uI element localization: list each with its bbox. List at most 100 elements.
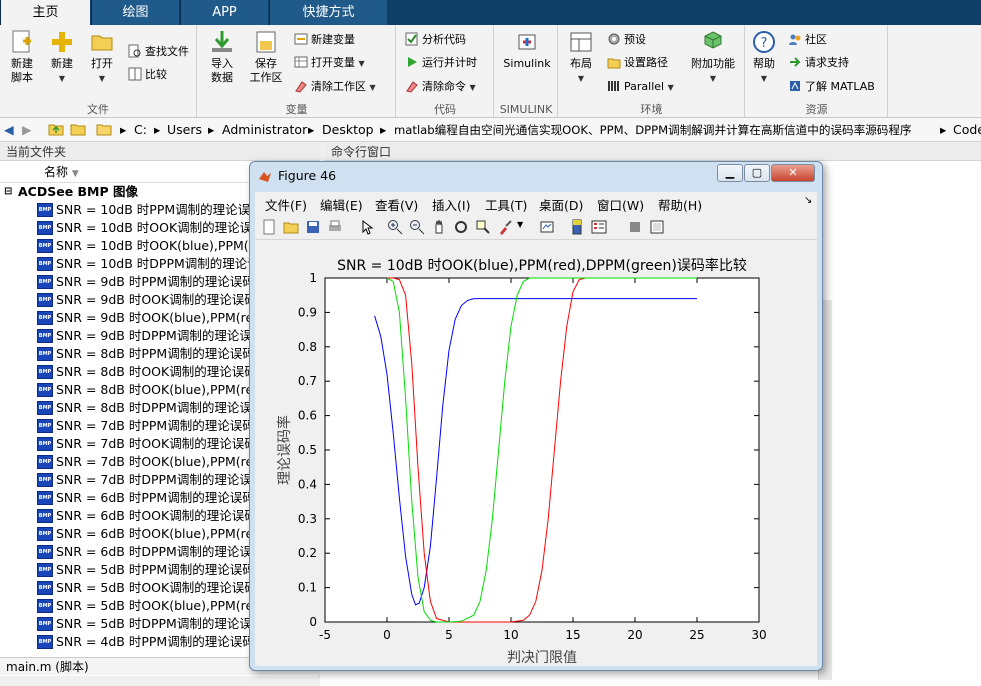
breadcrumb-c[interactable]: C: — [134, 118, 147, 142]
new-script-label: 新建 脚本 — [11, 57, 33, 84]
new-variable-button[interactable]: 新建变量 — [294, 30, 355, 50]
open-file-icon[interactable] — [283, 219, 299, 235]
analyze-icon — [405, 32, 418, 46]
new-button[interactable]: 新建 ▼ — [44, 29, 80, 86]
find-files-icon — [128, 44, 141, 58]
open-button[interactable]: 打开 ▼ — [84, 29, 120, 86]
chevron-down-icon[interactable]: ▼ — [517, 220, 523, 229]
save-icon[interactable] — [305, 219, 321, 235]
zoom-in-icon[interactable] — [387, 219, 403, 235]
clear-commands-button[interactable]: 清除命令 ▼ — [405, 77, 476, 97]
pointer-icon[interactable] — [359, 219, 375, 235]
minimize-icon: ▁ — [725, 166, 735, 179]
file-name: SNR = 8dB 时DPPM调制的理论误码 — [56, 400, 265, 415]
breadcrumb-project-folder[interactable]: matlab编程自由空间光通信实现OOK、PPM、DPPM调制解调并计算在高斯信… — [394, 118, 912, 142]
menu-help[interactable]: 帮助(H) — [658, 195, 702, 214]
import-data-label: 导入 数据 — [211, 57, 233, 84]
menu-insert[interactable]: 插入(I) — [432, 195, 470, 214]
y-tick-label: 0.9 — [298, 305, 317, 319]
file-group-label: ACDSee BMP 图像 — [18, 184, 139, 199]
brush-icon[interactable] — [497, 219, 513, 235]
dock-arrow-icon[interactable]: ↘ — [804, 195, 812, 206]
parallel-label: Parallel — [624, 80, 665, 93]
save-workspace-button[interactable]: 保存 工作区 — [246, 29, 286, 85]
menu-file[interactable]: 文件(F) — [265, 195, 307, 214]
breadcrumb-administrator[interactable]: Administrator — [222, 118, 307, 142]
x-tick-label: 30 — [751, 628, 766, 642]
back-arrow-icon[interactable]: ◀ — [4, 118, 14, 142]
set-path-button[interactable]: 设置路径 — [607, 53, 668, 73]
new-script-button[interactable]: 新建 脚本 — [4, 29, 40, 85]
breadcrumb-users[interactable]: Users — [167, 118, 202, 142]
breadcrumb-code[interactable]: Code — [953, 118, 981, 142]
request-support-button[interactable]: 请求支持 — [788, 53, 849, 73]
menu-view[interactable]: 查看(V) — [375, 195, 418, 214]
compare-button[interactable]: 比较 — [128, 65, 167, 85]
analyze-code-button[interactable]: 分析代码 — [405, 30, 466, 50]
open-variable-button[interactable]: 打开变量 ▼ — [294, 53, 365, 73]
root-folder-icon[interactable] — [96, 118, 112, 142]
environment-group-name: 环境 — [640, 103, 663, 116]
hide-tools-icon[interactable] — [627, 219, 643, 235]
open-variable-icon — [294, 56, 308, 68]
clear-workspace-button[interactable]: 清除工作区 ▼ — [294, 77, 376, 97]
collapse-icon[interactable]: ⊟ — [4, 183, 12, 201]
x-tick-label: 10 — [503, 628, 518, 642]
new-figure-icon[interactable] — [261, 219, 277, 235]
file-name: SNR = 6dB 时OOK调制的理论误码 — [56, 508, 257, 523]
bmp-file-icon: BMP — [37, 275, 53, 289]
forward-arrow-icon[interactable]: ▶ — [22, 118, 32, 142]
tab-apps[interactable]: APP — [180, 0, 268, 25]
legend-icon[interactable] — [591, 219, 607, 235]
rotate-icon[interactable] — [453, 219, 469, 235]
y-tick-label: 0.6 — [298, 409, 317, 423]
variable-group: 导入 数据 保存 工作区 新建变量 打开变量 ▼ 清除工作区 ▼ 变量 — [198, 25, 396, 117]
breadcrumb-desktop[interactable]: Desktop — [322, 118, 374, 142]
find-files-button[interactable]: 查找文件 — [128, 42, 189, 62]
addons-button[interactable]: 附加功能 ▼ — [685, 29, 741, 86]
tab-shortcuts[interactable]: 快捷方式 — [269, 0, 387, 25]
menu-edit[interactable]: 编辑(E) — [320, 195, 363, 214]
clear-workspace-label: 清除工作区 — [311, 80, 366, 93]
data-cursor-icon[interactable] — [475, 219, 491, 235]
plus-icon — [52, 32, 72, 52]
link-plot-icon[interactable] — [539, 219, 555, 235]
community-button[interactable]: 社区 — [788, 30, 827, 50]
file-name: SNR = 9dB 时OOK(blue),PPM(red — [56, 310, 262, 325]
colorbar-icon[interactable] — [569, 219, 585, 235]
parallel-icon — [608, 81, 619, 91]
menu-tools[interactable]: 工具(T) — [485, 195, 527, 214]
chevron-down-icon: ▼ — [667, 83, 674, 92]
simulink-button[interactable]: Simulink — [499, 29, 555, 71]
browse-folder-icon[interactable] — [70, 118, 86, 142]
file-name: SNR = 4dB 时PPM调制的理论误码 — [56, 634, 255, 649]
menu-window[interactable]: 窗口(W) — [597, 195, 644, 214]
minimize-button[interactable]: ▁ — [717, 164, 743, 182]
simulink-group: Simulink SIMULINK — [495, 25, 558, 117]
print-icon[interactable] — [327, 219, 343, 235]
file-group-name: 文件 — [87, 103, 109, 116]
addons-label: 附加功能 — [691, 57, 735, 70]
parallel-button[interactable]: Parallel ▼ — [607, 77, 674, 97]
help-button[interactable]: ? 帮助 ▼ — [748, 29, 780, 86]
maximize-button[interactable]: ▢ — [744, 164, 770, 182]
menu-desktop[interactable]: 桌面(D) — [539, 195, 583, 214]
chevron-down-icon: ▼ — [358, 59, 365, 68]
tab-plots[interactable]: 绘图 — [91, 0, 179, 25]
y-tick-label: 0.2 — [298, 546, 317, 560]
show-tools-icon[interactable] — [649, 219, 665, 235]
layout-button[interactable]: 布局 ▼ — [563, 29, 599, 86]
preferences-button[interactable]: 预设 — [607, 30, 646, 50]
import-data-button[interactable]: 导入 数据 — [204, 29, 240, 85]
current-folder-header: 当前文件夹 — [0, 143, 320, 161]
close-button[interactable]: ✕ — [771, 164, 815, 182]
x-tick-label: 20 — [627, 628, 642, 642]
sort-arrow-icon: ▼ — [71, 169, 79, 179]
tab-home[interactable]: 主页 — [0, 0, 90, 26]
pan-icon[interactable] — [431, 219, 447, 235]
run-timing-button[interactable]: 运行并计时 — [405, 53, 477, 73]
up-folder-icon[interactable] — [48, 118, 64, 142]
open-label: 打开 — [91, 57, 113, 70]
zoom-out-icon[interactable] — [409, 219, 425, 235]
learn-matlab-button[interactable]: 了解 MATLAB — [788, 77, 875, 97]
